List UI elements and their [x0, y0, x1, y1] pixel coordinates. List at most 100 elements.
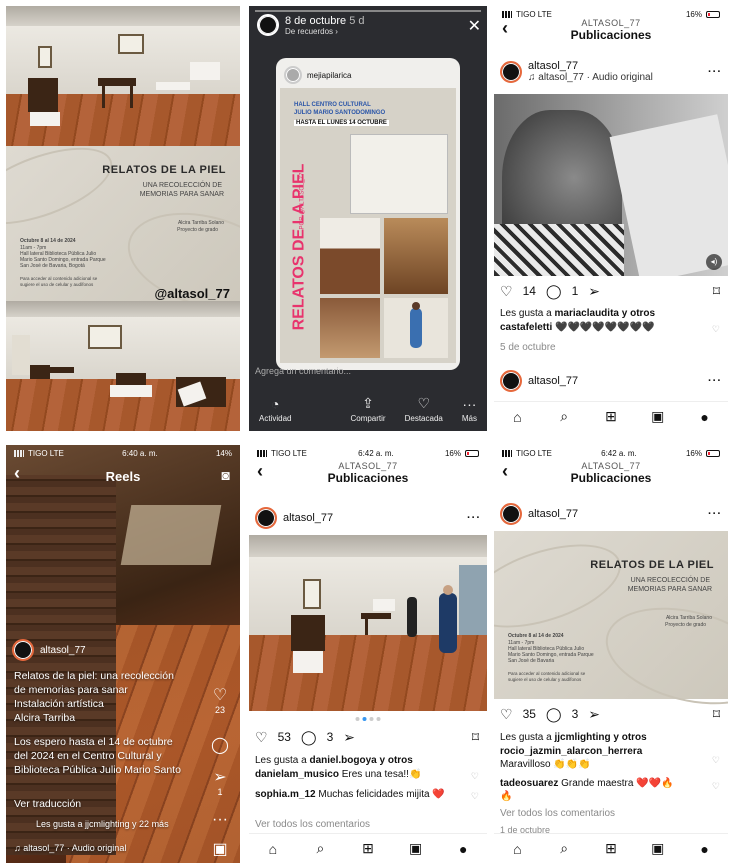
carousel-indicator — [355, 717, 381, 721]
comment-user[interactable]: castafeletti — [500, 322, 552, 333]
activity-button[interactable]: ◔ Actividad — [259, 396, 291, 423]
view-all-comments[interactable]: Ver todos los comentarios — [500, 807, 720, 820]
bookmark-icon[interactable]: ⌑ — [472, 730, 479, 744]
comment-like-icon[interactable]: ♡ — [471, 791, 479, 802]
collage-photo-panel: RELATOS DE LA PIEL UNA RECOLECCIÓN DE ME… — [6, 6, 240, 431]
camera-icon[interactable]: ◙ — [222, 467, 230, 483]
page-title: Publicaciones — [327, 471, 409, 485]
more-options-icon[interactable]: ··· — [708, 66, 722, 78]
featured-button[interactable]: ♡ Destacada — [405, 395, 443, 423]
poster-venue-3: San José de Bavaria — [508, 658, 555, 664]
home-icon[interactable]: ⌂ — [505, 409, 529, 425]
more-button[interactable]: ··· Más — [462, 396, 477, 423]
reel-share-button[interactable]: ➢ 1 — [208, 767, 232, 797]
send-icon: ➢ — [213, 769, 227, 786]
comment-input[interactable]: Agrega un comentario... — [255, 366, 425, 376]
home-icon[interactable]: ⌂ — [261, 841, 285, 857]
mute-icon[interactable]: ◂) — [706, 254, 722, 270]
avatar — [284, 66, 302, 84]
more-options-icon[interactable]: ··· — [467, 512, 481, 524]
send-icon[interactable]: ➢ — [343, 730, 355, 744]
reels-icon[interactable]: ▣ — [646, 408, 670, 425]
handle-label: @altasol_77 — [154, 286, 230, 301]
create-icon[interactable]: ⊞ — [599, 840, 623, 857]
reshared-post-sticker[interactable]: mejiapilarica HALL CENTRO CULTURAL JULIO… — [276, 58, 460, 370]
comment-user[interactable]: rocio_jazmin_alarcon_herrera — [500, 746, 642, 757]
more-options-icon[interactable]: ··· — [208, 811, 232, 829]
reel-like-button[interactable]: ♡ 23 — [208, 685, 232, 715]
avatar[interactable] — [500, 503, 522, 525]
like-icon[interactable]: ♡ — [255, 730, 268, 744]
post-username[interactable]: altasol_77 — [528, 60, 653, 72]
reels-icon[interactable]: ▣ — [646, 840, 670, 857]
comment-user[interactable]: danielam_musico — [255, 769, 339, 780]
reel-audio[interactable]: ♫ altasol_77 · Audio original — [14, 841, 204, 855]
post-media-poster[interactable]: RELATOS DE LA PIEL UNA RECOLECCIÓN DE ME… — [494, 527, 728, 721]
view-all-comments[interactable]: Ver todos los comentarios — [255, 818, 479, 831]
reel-comment-button[interactable]: ◯ — [208, 735, 232, 755]
audio-label[interactable]: ♫ altasol_77 · Audio original — [528, 72, 653, 83]
post-date: 5 de octubre — [500, 342, 556, 353]
comment-icon[interactable]: ◯ — [301, 730, 317, 744]
poster-project: Proyecto de grado — [665, 622, 706, 628]
story-source[interactable]: De recuerdos › — [285, 27, 365, 36]
bookmark-icon[interactable]: ⌑ — [713, 707, 720, 721]
comment-icon[interactable]: ◯ — [546, 284, 562, 298]
home-icon[interactable]: ⌂ — [505, 841, 529, 857]
share-button[interactable]: ⇪ Compartir — [350, 395, 385, 423]
post-username[interactable]: altasol_77 — [528, 508, 578, 520]
avatar[interactable] — [257, 14, 279, 36]
comment-like-icon[interactable]: ♡ — [712, 324, 720, 335]
comment-user[interactable]: tadeosuarez — [500, 778, 558, 789]
comment-like-icon[interactable]: ♡ — [712, 781, 720, 792]
liked-by: Les gusta a daniel.bogoya y otros — [255, 755, 413, 766]
send-icon[interactable]: ➢ — [588, 707, 600, 721]
liked-by: Les gusta a mariaclaudita y otros — [500, 308, 656, 319]
more-options-icon[interactable]: ··· — [708, 508, 722, 520]
create-icon[interactable]: ⊞ — [599, 408, 623, 425]
liked-by-user[interactable]: jjcmlighting — [554, 732, 610, 743]
profile-icon[interactable]: ● — [693, 841, 717, 857]
status-time: 6:42 a. m. — [358, 448, 394, 458]
avatar[interactable] — [255, 507, 277, 529]
next-post-username[interactable]: altasol_77 — [528, 375, 578, 387]
close-icon[interactable]: ✕ — [468, 16, 481, 36]
page-title: Reels — [105, 469, 141, 484]
profile-icon[interactable]: ● — [693, 409, 717, 425]
like-icon[interactable]: ♡ — [500, 284, 513, 298]
featured-label: Destacada — [404, 414, 443, 423]
reels-icon[interactable]: ▣ — [404, 840, 428, 857]
post-media-photo[interactable] — [249, 535, 487, 711]
avatar[interactable] — [500, 370, 522, 392]
post-media-video[interactable] — [494, 94, 728, 276]
translate-link[interactable]: Ver traducción — [14, 797, 204, 811]
story-actions-bar: ◔ Actividad ⇪ Compartir ♡ Destacada ··· Más — [249, 387, 487, 431]
account-handle: ALTASOL_77 — [581, 461, 641, 471]
search-icon[interactable]: ⌕ — [308, 840, 332, 857]
more-options-icon[interactable]: ··· — [708, 375, 722, 387]
reel-username[interactable]: altasol_77 — [40, 645, 86, 656]
post-username[interactable]: altasol_77 — [283, 512, 333, 524]
bookmark-icon[interactable]: ⌑ — [713, 284, 720, 298]
avatar[interactable] — [12, 639, 34, 661]
like-icon[interactable]: ♡ — [500, 707, 513, 721]
comment-user[interactable]: sophia.m_12 — [255, 789, 316, 800]
avatar[interactable] — [500, 60, 522, 83]
send-icon[interactable]: ➢ — [588, 284, 600, 298]
search-icon[interactable]: ⌕ — [552, 840, 576, 857]
audio-thumb-icon[interactable]: ▣ — [208, 839, 232, 859]
search-icon[interactable]: ⌕ — [552, 408, 576, 425]
liked-by-user[interactable]: mariaclaudita — [554, 308, 618, 319]
create-icon[interactable]: ⊞ — [356, 840, 380, 857]
comment-text: Maravilloso 👏👏👏 — [500, 759, 591, 770]
comment-like-icon[interactable]: ♡ — [712, 755, 720, 766]
page-title: Publicaciones — [570, 471, 652, 485]
reel-caption[interactable]: Relatos de la piel: una recolección de m… — [14, 669, 204, 777]
poster-subtitle-2: MEMORIAS PARA SANAR — [627, 586, 712, 593]
liked-by-user[interactable]: daniel.bogoya — [309, 755, 376, 766]
reel-likes[interactable]: Les gusta a jjcmlighting y 22 más — [36, 817, 226, 831]
poster-author: Alcira Tarriba Solano — [177, 220, 224, 226]
profile-icon[interactable]: ● — [451, 841, 475, 857]
comment-icon[interactable]: ◯ — [546, 707, 562, 721]
comment-like-icon[interactable]: ♡ — [471, 771, 479, 782]
